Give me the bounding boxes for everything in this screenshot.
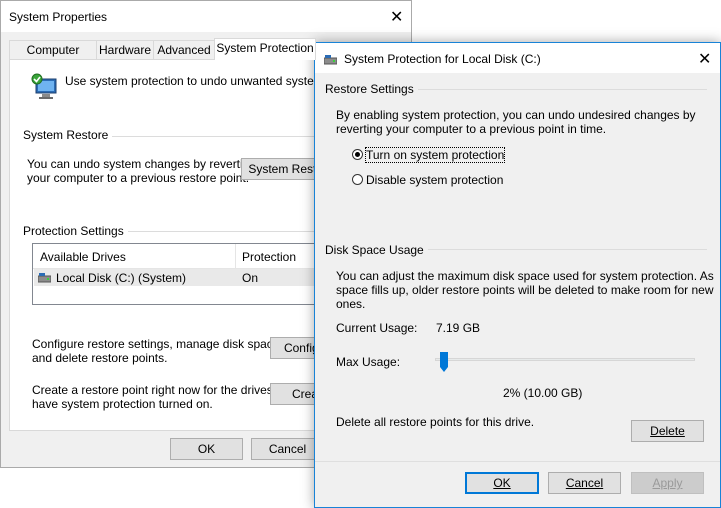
radio-selected-dot bbox=[355, 152, 360, 157]
divider bbox=[415, 249, 707, 250]
configure-description: Configure restore settings, manage disk … bbox=[32, 337, 283, 365]
column-header[interactable]: Protection bbox=[242, 250, 296, 264]
titlebar[interactable]: System Properties ✕ bbox=[1, 1, 411, 32]
drive-protection: On bbox=[242, 271, 259, 285]
delete-button-label: Delete bbox=[650, 424, 685, 438]
apply-button[interactable]: Apply bbox=[631, 472, 704, 494]
max-usage-label: Max Usage: bbox=[336, 355, 401, 369]
system-restore-description: You can undo system changes by reverting… bbox=[27, 157, 257, 185]
delete-button[interactable]: Delete bbox=[631, 420, 704, 442]
cancel-button[interactable]: Cancel bbox=[548, 472, 621, 494]
drive-icon bbox=[323, 54, 338, 65]
ok-button[interactable]: OK bbox=[465, 472, 539, 494]
dialog-title: System Protection for Local Disk (C:) bbox=[344, 52, 541, 66]
close-icon[interactable]: ✕ bbox=[390, 7, 403, 27]
max-usage-slider[interactable] bbox=[435, 347, 697, 373]
system-protection-dialog: System Protection for Local Disk (C:) ✕ … bbox=[314, 42, 721, 508]
drives-table[interactable]: Available Drives Protection Local Disk (… bbox=[32, 243, 322, 305]
create-description: Create a restore point right now for the… bbox=[32, 383, 296, 411]
table-row[interactable]: Local Disk (C:) (System) On bbox=[34, 269, 320, 286]
system-restore-heading: System Restore bbox=[23, 128, 113, 142]
tab-system-protection[interactable]: System Protection bbox=[214, 38, 316, 60]
disk-space-heading: Disk Space Usage bbox=[325, 243, 428, 257]
tab-hardware[interactable]: Hardware bbox=[96, 40, 154, 59]
apply-button-label: Apply bbox=[652, 476, 683, 490]
close-icon[interactable]: ✕ bbox=[698, 49, 711, 69]
drive-name: Local Disk (C:) (System) bbox=[56, 271, 187, 285]
radio-turn-on[interactable] bbox=[352, 149, 363, 160]
divider bbox=[410, 89, 707, 90]
restore-settings-heading: Restore Settings bbox=[325, 82, 418, 96]
current-usage-value: 7.19 GB bbox=[436, 321, 481, 335]
tab-computer-name[interactable]: Computer Name bbox=[9, 40, 97, 76]
protection-settings-heading: Protection Settings bbox=[23, 224, 128, 238]
slider-thumb-tip bbox=[440, 367, 448, 372]
table-header: Available Drives Protection bbox=[33, 244, 321, 269]
titlebar[interactable]: System Protection for Local Disk (C:) ✕ bbox=[315, 43, 720, 73]
disable-label[interactable]: Disable system protection bbox=[366, 173, 503, 187]
restore-settings-description: By enabling system protection, you can u… bbox=[336, 108, 696, 136]
slider-track bbox=[435, 358, 695, 361]
turn-on-label[interactable]: Turn on system protection bbox=[364, 147, 506, 163]
disk-space-description: You can adjust the maximum disk space us… bbox=[336, 269, 714, 311]
ok-button-label: OK bbox=[493, 476, 511, 490]
slider-thumb[interactable] bbox=[440, 352, 448, 367]
max-usage-value: 2% (10.00 GB) bbox=[503, 386, 583, 400]
window-title: System Properties bbox=[9, 10, 108, 24]
radio-disable[interactable] bbox=[352, 174, 363, 185]
system-protection-icon bbox=[30, 72, 60, 102]
column-divider bbox=[235, 244, 236, 268]
delete-description: Delete all restore points for this drive… bbox=[336, 415, 535, 429]
tab-advanced[interactable]: Advanced bbox=[153, 40, 215, 59]
current-usage-label: Current Usage: bbox=[336, 321, 418, 335]
drive-icon bbox=[37, 272, 52, 283]
column-header[interactable]: Available Drives bbox=[40, 250, 126, 264]
divider bbox=[315, 461, 720, 462]
ok-button[interactable]: OK bbox=[170, 438, 243, 460]
cancel-button-label: Cancel bbox=[565, 476, 604, 490]
